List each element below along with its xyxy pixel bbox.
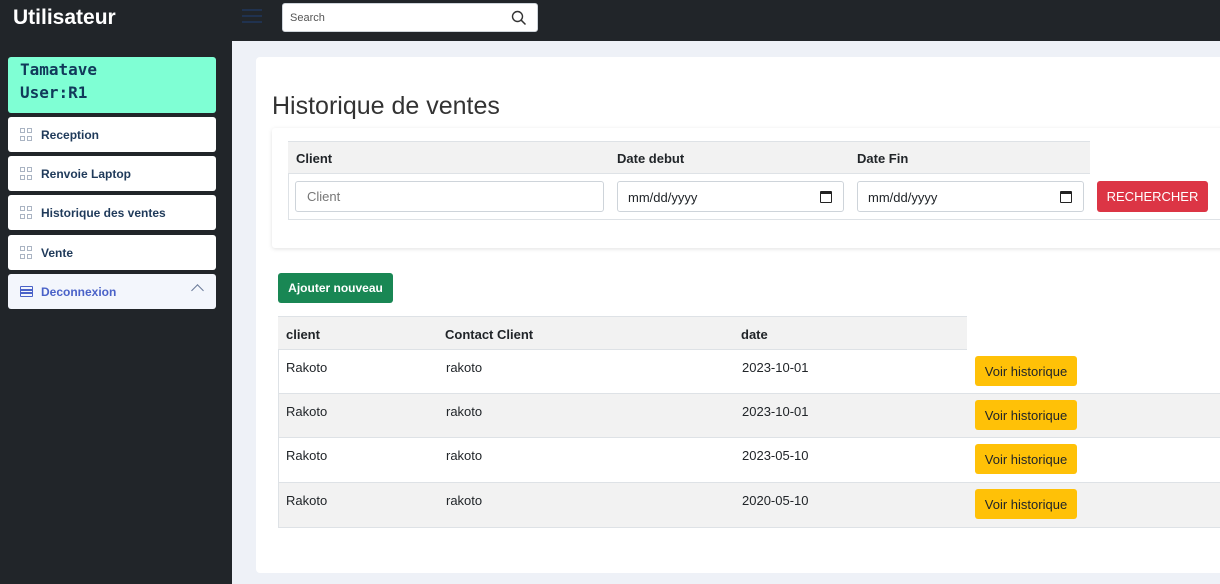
cell-client: Rakoto bbox=[286, 404, 328, 419]
sidebar-item-renvoie-laptop[interactable]: Renvoie Laptop bbox=[8, 156, 216, 191]
voir-historique-button[interactable]: Voir historique bbox=[975, 489, 1077, 519]
sidebar-item-label: Vente bbox=[41, 245, 74, 260]
voir-historique-button[interactable]: Voir historique bbox=[975, 400, 1077, 430]
date-debut-value: mm/dd/yyyy bbox=[628, 190, 698, 205]
grid-icon bbox=[20, 128, 33, 141]
table-row: Rakoto rakoto 2023-05-10 Voir historique bbox=[278, 438, 1220, 483]
cell-date: 2020-05-10 bbox=[742, 493, 809, 508]
top-navbar: Utilisateur bbox=[0, 0, 1220, 41]
page-title: Historique de ventes bbox=[272, 92, 500, 120]
grid-icon bbox=[20, 167, 33, 180]
list-icon bbox=[20, 286, 33, 297]
filter-header: Client Date debut Date Fin bbox=[288, 141, 1090, 174]
cell-client: Rakoto bbox=[286, 360, 328, 375]
sidebar-item-label: Deconnexion bbox=[41, 284, 117, 299]
calendar-icon[interactable] bbox=[820, 191, 832, 203]
chevron-up-icon[interactable] bbox=[191, 284, 204, 297]
user-location: Tamatave bbox=[20, 60, 98, 79]
cell-client: Rakoto bbox=[286, 493, 328, 508]
grid-icon bbox=[20, 206, 33, 219]
search-icon[interactable] bbox=[511, 10, 527, 26]
sidebar-item-label: Reception bbox=[41, 127, 100, 142]
cell-contact: rakoto bbox=[446, 404, 483, 419]
date-fin-input[interactable]: mm/dd/yyyy bbox=[857, 181, 1084, 212]
search-input[interactable] bbox=[283, 4, 503, 31]
app-title: Utilisateur bbox=[13, 6, 116, 29]
user-id: User:R1 bbox=[20, 83, 88, 102]
filter-header-date-debut: Date debut bbox=[617, 151, 685, 166]
cell-contact: rakoto bbox=[446, 360, 483, 375]
column-header-client: client bbox=[286, 327, 320, 342]
add-new-button[interactable]: Ajouter nouveau bbox=[278, 273, 393, 303]
client-filter-input[interactable] bbox=[295, 181, 604, 212]
sidebar-item-reception[interactable]: Reception bbox=[8, 117, 216, 152]
date-fin-value: mm/dd/yyyy bbox=[868, 190, 938, 205]
sidebar-item-deconnexion[interactable]: Deconnexion bbox=[8, 274, 216, 309]
calendar-icon[interactable] bbox=[1060, 191, 1072, 203]
sidebar-item-vente[interactable]: Vente bbox=[8, 235, 216, 270]
sidebar-item-label: Historique des ventes bbox=[41, 205, 166, 220]
column-header-contact: Contact Client bbox=[445, 327, 534, 342]
sidebar: Tamatave User:R1 Reception Renvoie Lapto… bbox=[0, 41, 232, 584]
cell-date: 2023-10-01 bbox=[742, 404, 809, 419]
cell-client: Rakoto bbox=[286, 448, 328, 463]
search-box bbox=[282, 3, 538, 32]
filter-header-client: Client bbox=[296, 151, 333, 166]
filter-header-date-fin: Date Fin bbox=[857, 151, 909, 166]
column-header-date: date bbox=[741, 327, 768, 342]
cell-date: 2023-05-10 bbox=[742, 448, 809, 463]
rechercher-button[interactable]: RECHERCHER bbox=[1097, 181, 1208, 212]
voir-historique-button[interactable]: Voir historique bbox=[975, 356, 1077, 386]
cell-contact: rakoto bbox=[446, 493, 483, 508]
sidebar-item-label: Renvoie Laptop bbox=[41, 166, 132, 181]
table-row: Rakoto rakoto 2020-05-10 Voir historique bbox=[278, 483, 1220, 528]
user-info-box: Tamatave User:R1 bbox=[8, 57, 216, 113]
sidebar-item-historique-ventes[interactable]: Historique des ventes bbox=[8, 195, 216, 230]
menu-toggle-icon[interactable] bbox=[242, 9, 262, 27]
cell-contact: rakoto bbox=[446, 448, 483, 463]
date-debut-input[interactable]: mm/dd/yyyy bbox=[617, 181, 844, 212]
grid-icon bbox=[20, 246, 33, 259]
table-header: client Contact Client date bbox=[278, 316, 967, 350]
voir-historique-button[interactable]: Voir historique bbox=[975, 444, 1077, 474]
cell-date: 2023-10-01 bbox=[742, 360, 809, 375]
table-row: Rakoto rakoto 2023-10-01 Voir historique bbox=[278, 350, 1220, 394]
table-row: Rakoto rakoto 2023-10-01 Voir historique bbox=[278, 394, 1220, 438]
